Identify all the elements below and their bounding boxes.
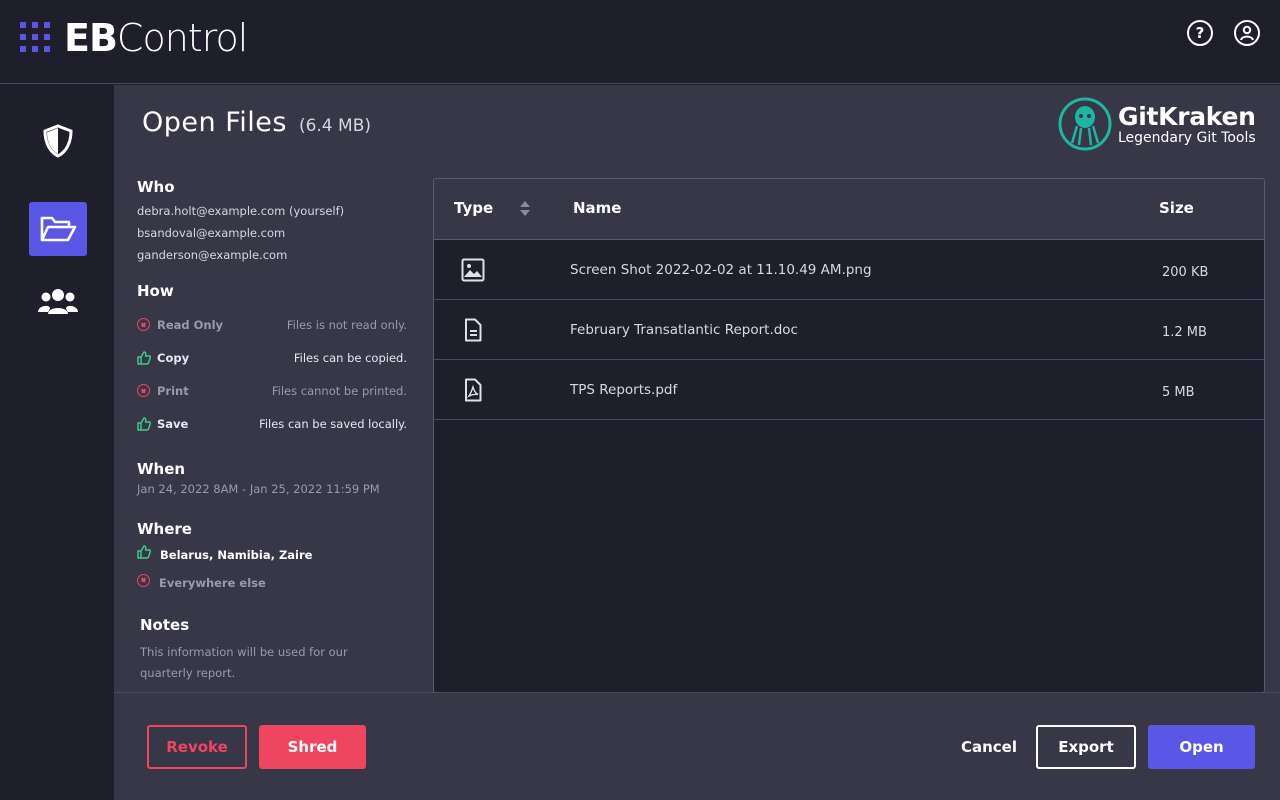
file-size: 1.2 MB: [1162, 325, 1207, 340]
permission-label: Save: [157, 416, 189, 431]
app-header: EBControl ?: [0, 0, 1280, 84]
table-row[interactable]: Screen Shot 2022-02-02 at 11.10.49 AM.pn…: [434, 240, 1264, 300]
permission-save: Save Files can be saved locally.: [137, 407, 407, 440]
time-range: Jan 24, 2022 8AM - Jan 25, 2022 11:59 PM: [137, 482, 380, 496]
user-account-icon[interactable]: [1234, 20, 1260, 46]
help-icon[interactable]: ?: [1187, 20, 1213, 46]
share-details: Who debra.holt@example.com (yourself) bs…: [137, 178, 407, 684]
permission-label: Print: [157, 383, 189, 398]
app-logo: EBControl: [20, 16, 248, 60]
file-name: February Transatlantic Report.doc: [570, 322, 798, 338]
column-name[interactable]: Name: [573, 199, 621, 217]
document-file-icon: [465, 318, 482, 342]
permission-list: Read Only Files is not read only. Copy F…: [137, 308, 407, 440]
sidebar-item-users[interactable]: [29, 275, 87, 329]
permission-copy: Copy Files can be copied.: [137, 341, 407, 374]
image-file-icon: [461, 258, 485, 282]
where-heading: Where: [137, 520, 192, 538]
recipient-email: ganderson@example.com: [137, 248, 288, 262]
thumbs-up-icon: [137, 350, 151, 365]
sidebar: [0, 85, 114, 800]
kraken-icon: [1058, 97, 1112, 151]
deny-icon: [137, 384, 150, 397]
denied-locations: Everywhere else: [159, 576, 266, 590]
users-icon: [38, 289, 78, 314]
deny-icon: [137, 573, 150, 587]
who-list: debra.holt@example.com (yourself) bsando…: [137, 200, 407, 266]
logo-bold-text: EB: [64, 16, 118, 60]
pdf-file-icon: [465, 378, 482, 402]
folder-open-icon: [40, 216, 77, 242]
permission-desc: Files can be copied.: [293, 350, 407, 365]
notes-line: This information will be used for our: [140, 645, 348, 659]
brand-name: GitKraken: [1118, 101, 1256, 131]
open-button[interactable]: Open: [1148, 725, 1255, 769]
shred-button[interactable]: Shred: [259, 725, 366, 769]
total-size: (6.4 MB): [298, 116, 371, 136]
notes-heading: Notes: [140, 616, 190, 634]
export-button[interactable]: Export: [1036, 725, 1136, 769]
page-title-row: Open Files (6.4 MB): [142, 107, 371, 138]
permission-label: Read Only: [157, 317, 224, 332]
thumbs-up-icon: [137, 416, 151, 431]
recipient-email: debra.holt@example.com (yourself): [137, 204, 345, 218]
where-allowed: Belarus, Namibia, Zaire: [137, 545, 407, 562]
column-size[interactable]: Size: [1159, 199, 1194, 217]
allowed-locations: Belarus, Namibia, Zaire: [160, 548, 313, 562]
who-heading: Who: [137, 178, 175, 196]
table-row[interactable]: February Transatlantic Report.doc 1.2 MB: [434, 300, 1264, 360]
how-heading: How: [137, 282, 174, 300]
file-size: 5 MB: [1162, 385, 1195, 400]
recipient-email: bsandoval@example.com: [137, 226, 286, 240]
permission-desc: Files is not read only.: [286, 317, 407, 332]
sidebar-item-security[interactable]: [29, 114, 87, 168]
permission-print: Print Files cannot be printed.: [137, 374, 407, 407]
main-panel: Open Files (6.4 MB) GitKraken Legendary …: [114, 85, 1280, 800]
sidebar-item-files[interactable]: [29, 202, 87, 256]
table-header: Type Name Size: [434, 179, 1264, 240]
column-type[interactable]: Type: [454, 199, 493, 217]
cancel-button[interactable]: Cancel: [954, 725, 1024, 769]
logo-grid-icon: [20, 22, 52, 54]
permission-label: Copy: [157, 350, 190, 365]
file-name: Screen Shot 2022-02-02 at 11.10.49 AM.pn…: [570, 262, 872, 278]
brand-logo: GitKraken Legendary Git Tools: [1056, 97, 1256, 151]
permission-desc: Files can be saved locally.: [259, 416, 407, 431]
logo-light-text: Control: [116, 16, 248, 60]
table-row[interactable]: TPS Reports.pdf 5 MB: [434, 360, 1264, 420]
notes-line: quarterly report.: [140, 666, 236, 680]
revoke-button[interactable]: Revoke: [147, 725, 247, 769]
files-table: Type Name Size Screen Shot 2022-02-02 at…: [433, 178, 1265, 693]
permission-desc: Files cannot be printed.: [271, 383, 407, 398]
notes-text: This information will be used for our qu…: [140, 642, 407, 684]
file-size: 200 KB: [1162, 265, 1209, 280]
file-name: TPS Reports.pdf: [570, 382, 678, 398]
permission-read-only: Read Only Files is not read only.: [137, 308, 407, 341]
where-denied: Everywhere else: [137, 573, 407, 590]
page-title: Open Files: [142, 107, 287, 138]
footer-divider: [114, 692, 1280, 693]
deny-icon: [137, 318, 150, 331]
sort-icon[interactable]: [520, 201, 530, 217]
brand-tagline: Legendary Git Tools: [1118, 129, 1256, 146]
thumbs-up-icon: [137, 545, 151, 559]
shield-icon: [43, 124, 73, 158]
when-heading: When: [137, 460, 186, 478]
